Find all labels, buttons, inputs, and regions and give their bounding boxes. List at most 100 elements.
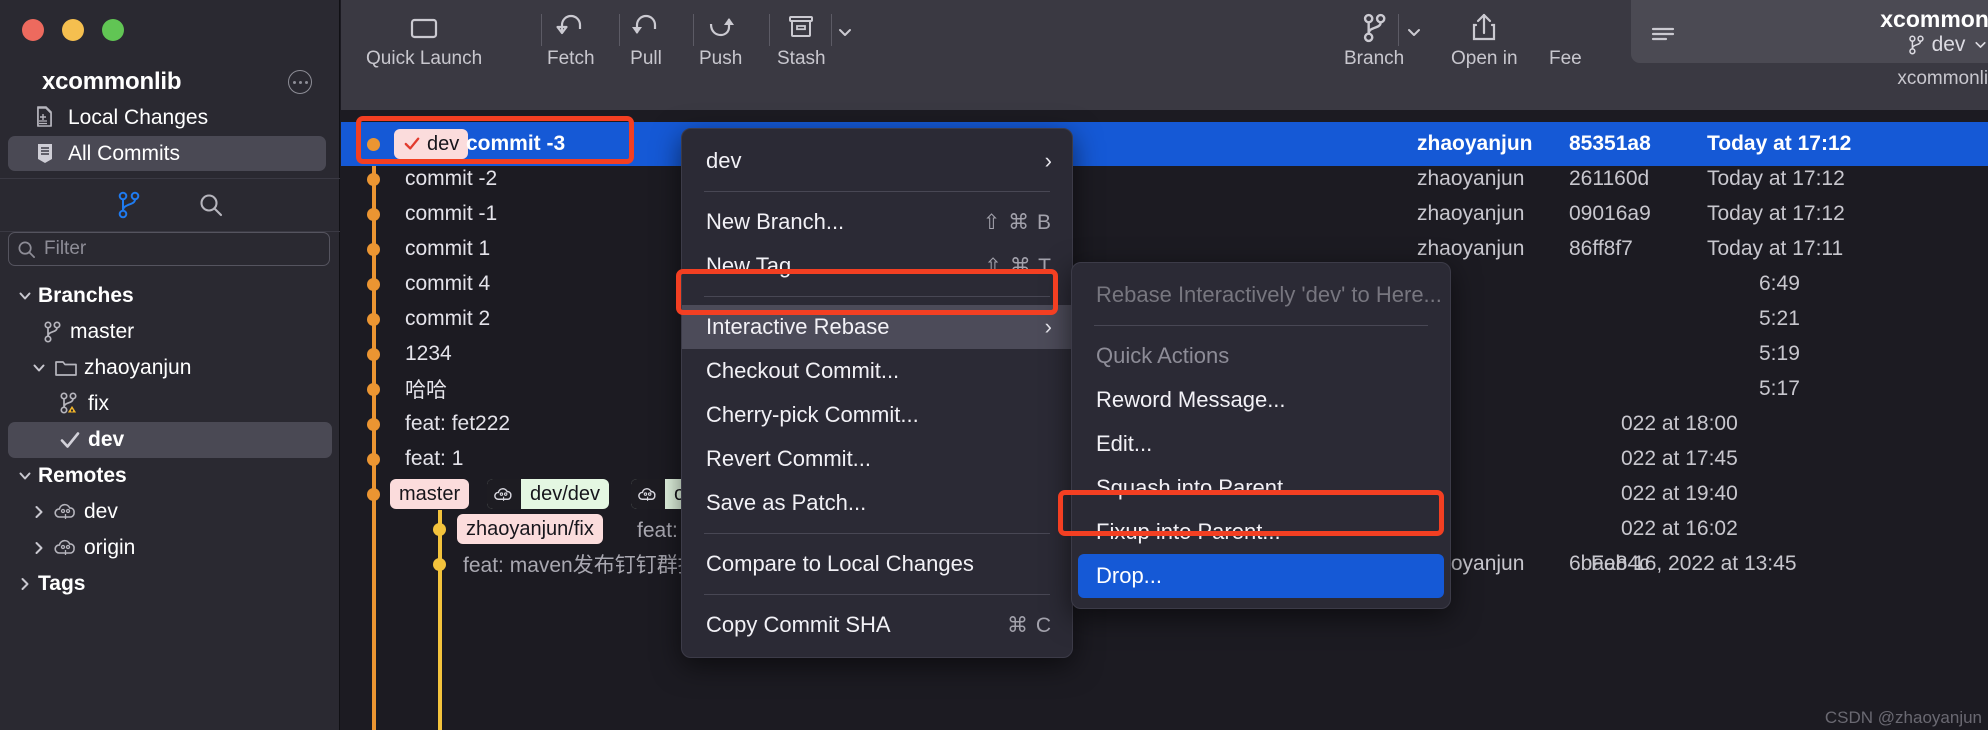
pull-button[interactable]: Pull <box>625 6 667 76</box>
sidebar-item-label: All Commits <box>68 141 181 165</box>
submenu-item-reword-message[interactable]: Reword Message... <box>1072 378 1450 422</box>
submenu-item-squash-into-parent[interactable]: Squash into Parent... <box>1072 466 1450 510</box>
share-icon <box>1469 6 1499 50</box>
sidebar-remote-dev[interactable]: dev <box>8 494 332 530</box>
commit-subject: commit 1 <box>405 237 491 260</box>
sidebar-folder-zhaoyanjun[interactable]: zhaoyanjun <box>8 350 332 386</box>
commit-date: 5:17 <box>1759 377 1800 400</box>
graph-node <box>367 348 380 361</box>
menu-separator <box>704 191 1050 192</box>
chevron-right-icon: › <box>1044 314 1052 339</box>
toolbar-button-label: Stash <box>777 48 826 69</box>
sidebar-branch-fix[interactable]: fix <box>8 386 332 422</box>
sidebar-item-local-changes[interactable]: Local Changes <box>8 100 326 135</box>
open-in-button[interactable]: Open in <box>1451 6 1518 76</box>
chevron-down-icon[interactable] <box>26 360 52 376</box>
sidebar-branch-master[interactable]: master <box>8 314 332 350</box>
menu-separator <box>704 296 1050 297</box>
commit-date: 6:49 <box>1759 272 1800 295</box>
remote-ref-badge[interactable]: dev/dev <box>487 479 610 509</box>
quick-launch-button[interactable]: Quick Launch <box>366 6 482 76</box>
submenu-item-label: Squash into Parent... <box>1096 475 1302 500</box>
menu-item-new-tag[interactable]: New Tag... ⇧ ⌘ T <box>682 244 1072 288</box>
head-ref-badge[interactable]: dev <box>394 129 469 159</box>
menu-item-interactive-rebase[interactable]: Interactive Rebase › <box>682 305 1072 349</box>
commit-subject: feat: 1 <box>405 447 464 470</box>
menu-item-compare-to-local-changes[interactable]: Compare to Local Changes <box>682 542 1072 586</box>
chevron-down-icon[interactable] <box>12 468 38 484</box>
commit-date: Today at 17:12 <box>1707 167 1845 190</box>
branch-button[interactable]: Branch <box>1344 6 1404 76</box>
menu-item-copy-commit-sha[interactable]: Copy Commit SHA ⌘ C <box>682 603 1072 647</box>
chevron-right-icon[interactable] <box>12 576 38 592</box>
graph-node <box>367 488 380 501</box>
ref-label: dev <box>427 132 460 155</box>
sidebar-tabbar <box>0 178 340 232</box>
menu-item-label: Checkout Commit... <box>706 358 900 383</box>
sidebar-group-tags[interactable]: Tags <box>8 566 332 602</box>
search-tab[interactable] <box>194 188 228 222</box>
chevron-right-icon[interactable] <box>26 504 52 520</box>
list-icon[interactable] <box>1651 26 1677 49</box>
branches-tab[interactable] <box>112 188 146 222</box>
stash-button[interactable]: Stash <box>777 6 826 76</box>
sidebar-remote-origin[interactable]: origin <box>8 530 332 566</box>
submenu-item-drop[interactable]: Drop... <box>1078 554 1444 598</box>
fetch-button[interactable]: Fetch <box>547 6 595 76</box>
branch-dropdown-button[interactable] <box>1404 10 1424 80</box>
sidebar-tree-label: dev <box>88 428 125 451</box>
menu-separator <box>704 594 1050 595</box>
menu-item-dev[interactable]: dev › <box>682 139 1072 183</box>
menu-item-cherry-pick-commit[interactable]: Cherry-pick Commit... <box>682 393 1072 437</box>
sidebar-group-branches[interactable]: Branches <box>8 278 332 314</box>
watermark: CSDN @zhaoyanjun <box>1824 708 1982 727</box>
stash-dropdown-button[interactable] <box>835 10 855 80</box>
commit-subject: feat: fet222 <box>405 412 511 435</box>
commit-subject: 哈哈 <box>405 379 447 402</box>
filter-field-wrap: Filter <box>8 232 330 266</box>
commit-subject: commit -3 <box>466 132 566 155</box>
push-button[interactable]: Push <box>699 6 742 76</box>
sidebar-branch-dev[interactable]: dev <box>8 422 332 458</box>
sidebar-group-remotes[interactable]: Remotes <box>8 458 332 494</box>
close-button[interactable] <box>22 19 44 41</box>
branch-warning-icon <box>56 391 84 417</box>
chevron-down-icon[interactable] <box>1972 36 1988 53</box>
graph-node <box>367 313 380 326</box>
submenu-item-label: Rebase Interactively 'dev' to Here... <box>1096 282 1442 307</box>
branch-icon <box>1908 35 1924 54</box>
menu-item-save-as-patch[interactable]: Save as Patch... <box>682 481 1072 525</box>
repo-title-box[interactable]: xcommonlib dev <box>1631 0 1988 63</box>
sidebar-tree-label: fix <box>88 392 109 415</box>
feedback-button[interactable]: Fee <box>1549 6 1582 76</box>
chevron-right-icon[interactable] <box>26 540 52 556</box>
menu-item-revert-commit[interactable]: Revert Commit... <box>682 437 1072 481</box>
context-menu[interactable]: dev › New Branch... ⇧ ⌘ B New Tag... ⇧ ⌘… <box>681 128 1073 658</box>
search-input[interactable]: Filter <box>8 232 330 266</box>
interactive-rebase-submenu[interactable]: Rebase Interactively 'dev' to Here... Qu… <box>1071 262 1451 609</box>
minimize-button[interactable] <box>62 19 84 41</box>
check-icon <box>56 429 84 451</box>
submenu-item-edit[interactable]: Edit... <box>1072 422 1450 466</box>
all-commits-icon <box>34 142 56 166</box>
menu-item-shortcut: ⇧ ⌘ B <box>982 210 1052 234</box>
branch-icon <box>38 320 66 344</box>
menu-item-checkout-commit[interactable]: Checkout Commit... <box>682 349 1072 393</box>
sidebar-item-all-commits[interactable]: All Commits <box>8 136 326 171</box>
commit-author: zhaoyanjun <box>1417 132 1533 155</box>
title-branch-name: dev <box>1931 32 1966 56</box>
commit-sha: 85351a8 <box>1569 132 1651 155</box>
branch-ref-badge[interactable]: zhaoyanjun/fix <box>457 514 603 544</box>
app-window: xcommonlib Local Changes All Commits Fil… <box>0 0 1988 730</box>
submenu-item-fixup-into-parent[interactable]: Fixup into Parent... <box>1072 510 1450 554</box>
commit-date: 5:21 <box>1759 307 1800 330</box>
fetch-icon <box>550 6 592 50</box>
chevron-down-icon[interactable] <box>12 288 38 304</box>
maximize-button[interactable] <box>102 19 124 41</box>
title-branch[interactable]: dev <box>1907 32 1988 58</box>
branch-ref-badge[interactable]: master <box>390 479 470 509</box>
repo-header: xcommonlib <box>0 62 340 102</box>
menu-item-new-branch[interactable]: New Branch... ⇧ ⌘ B <box>682 200 1072 244</box>
commit-date: Today at 17:12 <box>1707 202 1845 225</box>
repo-options-button[interactable] <box>288 70 312 94</box>
